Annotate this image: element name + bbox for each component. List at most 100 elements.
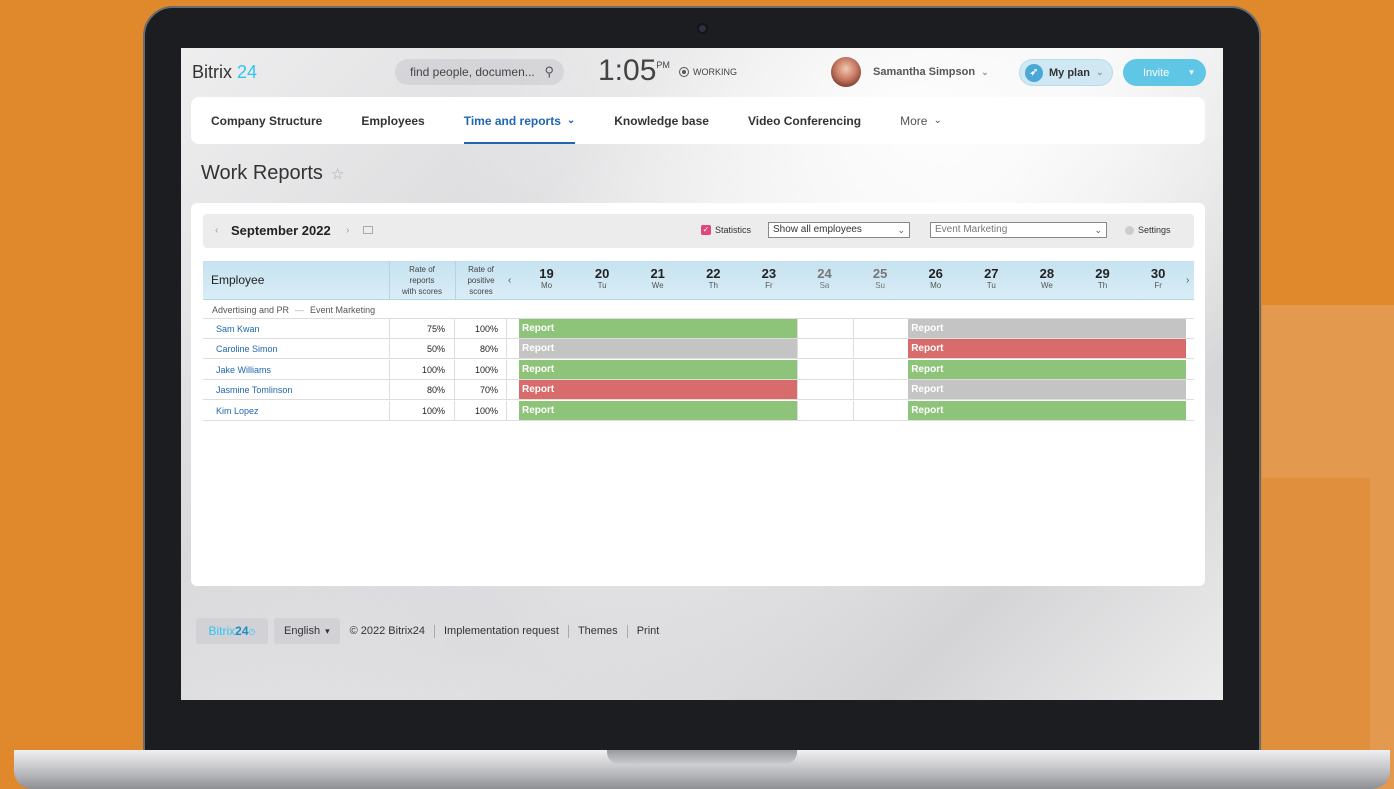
camera-icon xyxy=(697,23,708,34)
day-header: 22 Th xyxy=(686,267,741,291)
reports-card: ‹ September 2022 › ✓ Statistics Show all … xyxy=(191,203,1205,586)
report-bar[interactable]: Report xyxy=(519,400,797,420)
column-divider xyxy=(455,261,456,300)
group-department: Advertising and PR xyxy=(212,305,290,315)
day-weekday: Th xyxy=(708,281,718,290)
calendar-icon[interactable] xyxy=(363,226,373,234)
report-bar[interactable]: Report xyxy=(908,380,1187,400)
employees-filter-select[interactable]: Show all employees ⌄ xyxy=(768,222,910,238)
cell-divider xyxy=(852,319,854,339)
status-label: WORKING xyxy=(693,67,737,77)
prev-month-icon[interactable]: ‹ xyxy=(215,225,218,236)
app-logo[interactable]: Bitrix 24 xyxy=(192,62,257,83)
employee-name-link[interactable]: Jasmine Tomlinson xyxy=(216,385,292,395)
employee-column-header: Employee xyxy=(211,273,265,287)
star-icon[interactable]: ☆ xyxy=(331,166,344,183)
language-select[interactable]: English ▾ xyxy=(274,618,340,644)
department-filter-value: Event Marketing xyxy=(935,224,1008,235)
invite-label: Invite xyxy=(1143,66,1170,79)
day-header: 27 Tu xyxy=(964,267,1019,291)
table-row: Jake Williams 100% 100% Report Report xyxy=(203,359,1194,380)
day-header: 20 Tu xyxy=(575,267,630,291)
rate-scores-column-header[interactable]: Rate of reports with scores xyxy=(391,264,453,297)
toolbar: ‹ September 2022 › ✓ Statistics Show all … xyxy=(203,214,1194,248)
day-header: 28 We xyxy=(1019,267,1074,291)
chevron-right-icon[interactable]: › xyxy=(1186,275,1189,286)
header-line: scores xyxy=(469,287,493,296)
rocket-icon: ➶ xyxy=(1025,63,1043,82)
report-bar[interactable]: Report xyxy=(519,380,797,400)
avatar[interactable] xyxy=(831,57,861,87)
employee-name-link[interactable]: Kim Lopez xyxy=(216,406,259,416)
footer: Bitrix 24 ◷ English ▾ © 2022 Bitrix24 Imple… xyxy=(196,618,668,644)
rate-scores-cell: 100% xyxy=(389,400,455,421)
footer-logo-number: 24 xyxy=(235,624,249,638)
day-number: 30 xyxy=(1150,266,1166,281)
footer-logo[interactable]: Bitrix 24 ◷ xyxy=(196,618,268,644)
cell-divider xyxy=(852,400,854,421)
page-title: Work Reports ☆ xyxy=(201,162,344,185)
user-menu[interactable]: Samantha Simpson ⌄ xyxy=(873,66,989,78)
nav-video-conferencing[interactable]: Video Conferencing xyxy=(748,97,861,144)
nav-label: Knowledge base xyxy=(614,113,709,128)
rate-scores-cell: 75% xyxy=(389,319,455,339)
report-bar[interactable]: Report xyxy=(908,359,1187,379)
search-input[interactable]: find people, documen... ⚲ xyxy=(395,59,564,85)
table-row: Kim Lopez 100% 100% Report Report xyxy=(203,400,1194,421)
report-bar[interactable]: Report xyxy=(519,339,797,359)
header-line: Rate of xyxy=(409,265,435,274)
chevron-down-icon: ⌄ xyxy=(981,67,989,77)
chevron-left-icon[interactable]: ‹ xyxy=(508,275,511,286)
employee-name-link[interactable]: Caroline Simon xyxy=(216,344,278,354)
day-header: 30 Fr xyxy=(1131,267,1186,291)
next-month-icon[interactable]: › xyxy=(346,225,349,236)
day-number: 22 xyxy=(706,266,721,281)
day-weekday: We xyxy=(1040,281,1053,290)
column-divider xyxy=(389,261,390,300)
settings-button[interactable]: Settings xyxy=(1125,225,1171,235)
employees-filter-value: Show all employees xyxy=(773,224,862,235)
cell-divider xyxy=(852,380,854,401)
work-status[interactable]: WORKING xyxy=(679,67,737,77)
report-bar[interactable]: Report xyxy=(519,319,797,338)
page-title-text: Work Reports xyxy=(201,162,323,184)
statistics-toggle[interactable]: ✓ Statistics xyxy=(701,225,751,235)
chevron-down-icon[interactable]: ▾ xyxy=(1189,67,1194,78)
department-filter-select[interactable]: Event Marketing ⌄ xyxy=(930,222,1107,238)
nav-label: Company Structure xyxy=(211,113,323,128)
day-header: 25 Su xyxy=(853,267,908,291)
invite-button[interactable]: Invite ▾ xyxy=(1123,59,1206,86)
employee-name-link[interactable]: Jake Williams xyxy=(216,365,271,375)
day-number: 27 xyxy=(984,266,999,281)
report-bar[interactable]: Report xyxy=(908,319,1187,338)
header-line: reports xyxy=(409,276,435,285)
gear-icon xyxy=(1125,225,1134,235)
nav-employees[interactable]: Employees xyxy=(361,97,424,144)
day-number: 28 xyxy=(1039,266,1055,281)
checkbox-icon[interactable]: ✓ xyxy=(701,225,711,235)
rate-scores-cell: 80% xyxy=(389,380,455,401)
nav-time-and-reports[interactable]: Time and reports ⌄ xyxy=(463,97,575,144)
day-weekday: Tu xyxy=(597,281,607,290)
month-label: September 2022 xyxy=(231,223,331,238)
day-header: 21 We xyxy=(630,267,685,291)
report-bar[interactable]: Report xyxy=(908,339,1187,359)
report-bar[interactable]: Report xyxy=(519,359,797,379)
clock-icon: ◷ xyxy=(248,626,256,636)
rate-scores-cell: 50% xyxy=(389,339,455,360)
nav-more[interactable]: More ⌄ xyxy=(900,97,942,144)
footer-link-themes[interactable]: Themes xyxy=(567,624,627,638)
footer-link-print[interactable]: Print xyxy=(626,624,669,638)
day-weekday: Mo xyxy=(540,281,553,290)
my-plan-button[interactable]: ➶ My plan ⌄ xyxy=(1019,59,1113,86)
chevron-down-icon: ⌄ xyxy=(1095,67,1104,77)
report-bar[interactable]: Report xyxy=(908,400,1187,420)
search-icon[interactable]: ⚲ xyxy=(544,64,554,80)
footer-link-implementation[interactable]: Implementation request xyxy=(433,624,568,638)
employee-name-link[interactable]: Sam Kwan xyxy=(216,324,260,334)
rate-positive-column-header[interactable]: Rate of positive scores xyxy=(457,264,505,297)
day-weekday: Mo xyxy=(930,281,942,290)
nav-company-structure[interactable]: Company Structure xyxy=(211,97,322,144)
language-value: English xyxy=(284,625,321,637)
nav-knowledge-base[interactable]: Knowledge base xyxy=(614,97,709,144)
